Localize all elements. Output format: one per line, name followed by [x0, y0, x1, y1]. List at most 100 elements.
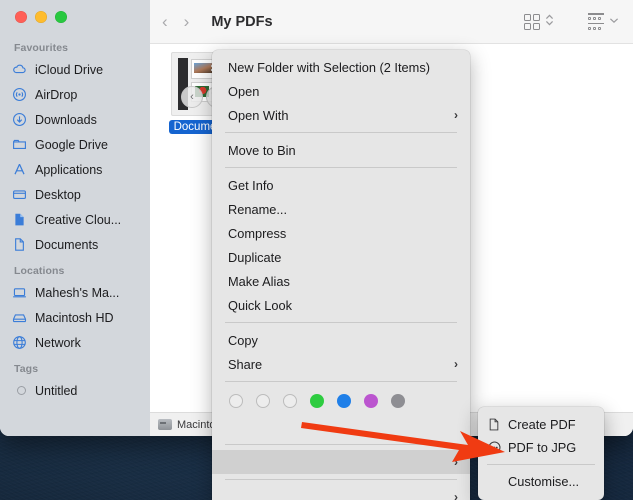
sidebar-item-label: iCloud Drive	[35, 63, 103, 77]
menu-item-copy[interactable]: Copy	[212, 328, 470, 352]
menu-item-make-alias[interactable]: Make Alias	[212, 269, 470, 293]
menu-item-label: Compress	[228, 226, 286, 241]
menu-item-label: Copy	[228, 333, 258, 348]
quick-actions-submenu: Create PDF PDF to JPG Customise...	[478, 407, 604, 500]
menu-item-get-info[interactable]: Get Info	[212, 173, 470, 197]
submenu-item-label: Customise...	[508, 474, 579, 489]
menu-item-move-to-bin[interactable]: Move to Bin	[212, 138, 470, 162]
group-by-control[interactable]	[588, 13, 619, 30]
menu-item-rename[interactable]: Rename...	[212, 197, 470, 221]
menu-item-new-folder-with-selection[interactable]: New Folder with Selection (2 Items)	[212, 55, 470, 79]
context-menu: New Folder with Selection (2 Items) Open…	[212, 50, 470, 500]
back-button[interactable]: ‹	[162, 13, 168, 30]
menu-item-share[interactable]: Share ›	[212, 352, 470, 376]
tag-color-green[interactable]	[310, 394, 324, 408]
sidebar-item-label: Applications	[35, 163, 102, 177]
sidebar-item-macintosh-hd[interactable]: Macintosh HD	[0, 305, 150, 330]
sidebar-item-desktop[interactable]: Desktop	[0, 182, 150, 207]
menu-separator	[225, 132, 457, 133]
sidebar-item-label: Untitled	[35, 384, 77, 398]
menu-item-label: Quick Look	[228, 298, 292, 313]
sidebar-item-creative-cloud[interactable]: Creative Clou...	[0, 207, 150, 232]
menu-item-duplicate[interactable]: Duplicate	[212, 245, 470, 269]
menu-item-label: Rename...	[228, 202, 287, 217]
chevron-right-icon: ›	[454, 490, 458, 500]
forward-button[interactable]: ›	[184, 13, 190, 30]
tag-color-none-3[interactable]	[283, 394, 297, 408]
tag-color-none-1[interactable]	[229, 394, 243, 408]
desktop-icon	[12, 187, 27, 202]
menu-separator	[225, 444, 457, 445]
menu-item-label: Open With	[228, 108, 288, 123]
sidebar-item-mahesh-mac[interactable]: Mahesh's Ma...	[0, 280, 150, 305]
sidebar-item-label: Google Drive	[35, 138, 108, 152]
laptop-icon	[12, 285, 27, 300]
sidebar-item-icloud-drive[interactable]: iCloud Drive	[0, 57, 150, 82]
chevron-down-icon[interactable]	[609, 17, 619, 27]
menu-item-compress[interactable]: Compress	[212, 221, 470, 245]
folder-icon	[12, 137, 27, 152]
tag-color-none-2[interactable]	[256, 394, 270, 408]
menu-item-quick-look[interactable]: Quick Look	[212, 293, 470, 317]
submenu-item-label: PDF to JPG	[508, 440, 576, 455]
finder-toolbar: ‹ › My PDFs	[150, 0, 633, 44]
group-by-icon[interactable]	[588, 13, 604, 30]
document-icon	[12, 212, 27, 227]
menu-item-label: Make Alias	[228, 274, 290, 289]
tag-circle-icon	[12, 383, 27, 398]
sidebar-item-google-drive[interactable]: Google Drive	[0, 132, 150, 157]
sidebar-item-documents[interactable]: Documents	[0, 232, 150, 257]
menu-separator	[225, 167, 457, 168]
harddisk-icon	[12, 310, 27, 325]
finder-sidebar: Favourites iCloud Drive AirDrop	[0, 0, 150, 436]
submenu-item-pdf-to-jpg[interactable]: PDF to JPG	[478, 436, 604, 459]
submenu-item-label: Create PDF	[508, 417, 576, 432]
document-icon	[12, 237, 27, 252]
grid-view-icon[interactable]	[524, 14, 540, 30]
sidebar-item-untitled-tag[interactable]: Untitled	[0, 378, 150, 403]
sidebar-item-airdrop[interactable]: AirDrop	[0, 82, 150, 107]
toolbar-right-controls	[524, 13, 619, 30]
view-switcher[interactable]	[524, 13, 554, 30]
sidebar-section-favourites: Favourites	[0, 34, 150, 57]
menu-item-label: Move to Bin	[228, 143, 296, 158]
download-icon	[12, 112, 27, 127]
sidebar-section-locations: Locations	[0, 257, 150, 280]
minimize-button[interactable]	[35, 11, 47, 23]
menu-item-open-with[interactable]: Open With ›	[212, 103, 470, 127]
page-title: My PDFs	[211, 14, 272, 30]
window-controls	[0, 0, 150, 34]
document-icon	[487, 418, 501, 431]
sidebar-item-label: Network	[35, 336, 81, 350]
menu-item-quick-actions[interactable]: ›	[212, 450, 470, 474]
sidebar-section-tags: Tags	[0, 355, 150, 378]
sidebar-item-applications[interactable]: Applications	[0, 157, 150, 182]
sidebar-item-network[interactable]: Network	[0, 330, 150, 355]
sidebar-item-label: Creative Clou...	[35, 213, 121, 227]
applications-icon	[12, 162, 27, 177]
view-chevrons-icon[interactable]	[545, 13, 554, 30]
tag-color-row	[212, 387, 470, 415]
sidebar-item-downloads[interactable]: Downloads	[0, 107, 150, 132]
sidebar-item-label: Downloads	[35, 113, 97, 127]
zoom-button[interactable]	[55, 11, 67, 23]
chevron-right-icon: ›	[454, 108, 458, 122]
close-button[interactable]	[15, 11, 27, 23]
tag-color-purple[interactable]	[364, 394, 378, 408]
menu-item-tags[interactable]	[212, 415, 470, 439]
chevron-right-icon: ›	[454, 455, 458, 469]
harddisk-icon	[158, 419, 172, 430]
menu-separator	[225, 479, 457, 480]
tag-color-grey[interactable]	[391, 394, 405, 408]
menu-item-label: Get Info	[228, 178, 274, 193]
submenu-item-create-pdf[interactable]: Create PDF	[478, 413, 604, 436]
menu-item-services[interactable]: ›	[212, 485, 470, 500]
submenu-item-customise[interactable]: Customise...	[478, 470, 604, 493]
submenu-separator	[487, 464, 595, 465]
tag-color-blue[interactable]	[337, 394, 351, 408]
airdrop-icon	[12, 87, 27, 102]
menu-item-open[interactable]: Open	[212, 79, 470, 103]
sidebar-item-label: Macintosh HD	[35, 311, 114, 325]
sidebar-item-label: Documents	[35, 238, 98, 252]
preview-prev-icon[interactable]: ‹	[181, 86, 203, 108]
